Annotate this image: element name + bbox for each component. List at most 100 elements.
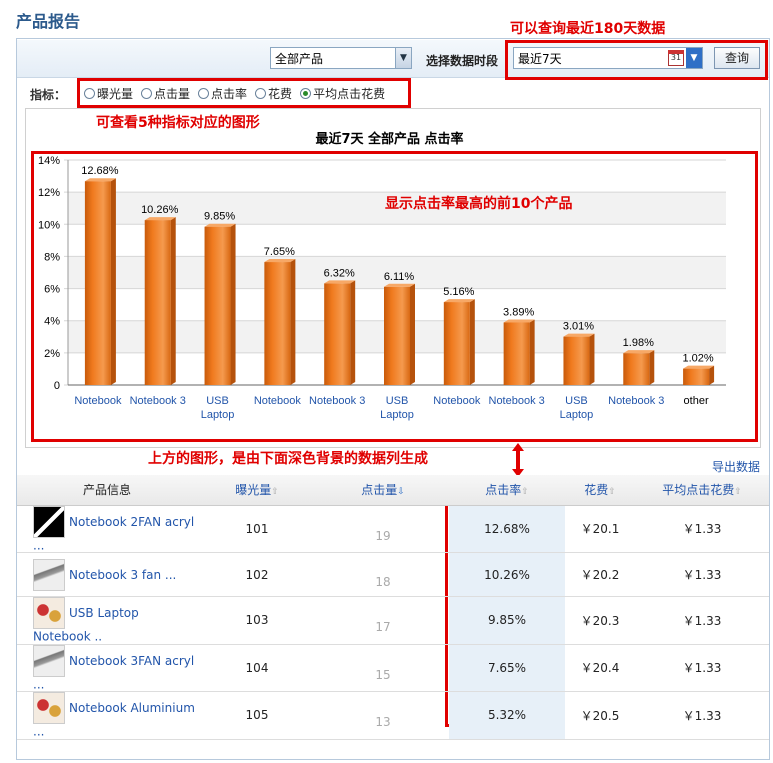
clicks-cell: 13 bbox=[317, 691, 449, 740]
col-impressions[interactable]: 曝光量⇧ bbox=[197, 475, 317, 506]
bar bbox=[204, 226, 231, 385]
cpc-cell: ￥1.33 bbox=[635, 552, 769, 597]
product-thumbnail[interactable] bbox=[33, 692, 65, 724]
sort-down-icon[interactable]: ⇩ bbox=[397, 487, 405, 497]
annotation-chart: 显示点击率最高的前10个产品 bbox=[385, 196, 573, 212]
sort-up-icon[interactable]: ⇧ bbox=[608, 487, 616, 497]
bar-top bbox=[84, 178, 116, 182]
col-product: 产品信息 bbox=[17, 475, 197, 506]
annotation-metrics: 可查看5种指标对应的图形 bbox=[96, 115, 260, 131]
y-tick-label: 14% bbox=[38, 155, 60, 167]
y-tick-label: 4% bbox=[44, 316, 60, 328]
x-category-label: Laptop bbox=[380, 409, 414, 421]
bar-top bbox=[264, 259, 296, 263]
data-label: 6.32% bbox=[324, 267, 355, 279]
bar-side bbox=[110, 178, 116, 385]
impressions-cell: 103 bbox=[197, 596, 317, 645]
cpc-cell: ￥1.33 bbox=[635, 596, 769, 645]
bar-top bbox=[324, 280, 356, 284]
clicks-cell: 17 bbox=[317, 596, 449, 645]
bar-top bbox=[623, 350, 655, 354]
product-thumbnail[interactable] bbox=[33, 597, 65, 629]
annotation-link: 上方的图形，是由下面深色背景的数据列生成 bbox=[148, 451, 428, 467]
bar bbox=[503, 322, 530, 385]
y-tick-label: 6% bbox=[44, 284, 60, 296]
sort-up-icon[interactable]: ⇧ bbox=[271, 487, 279, 497]
bar-top bbox=[683, 365, 715, 369]
bar-top bbox=[204, 223, 236, 227]
bar-side bbox=[649, 350, 655, 385]
table-row: Notebook 2FAN acryl ... 101 19 12.68% ￥2… bbox=[17, 505, 769, 553]
sort-up-icon[interactable]: ⇧ bbox=[734, 487, 742, 497]
export-data-link[interactable]: 导出数据 bbox=[712, 458, 760, 475]
table-row: Notebook 3FAN acryl ... 104 15 7.65% ￥20… bbox=[17, 644, 769, 692]
product-thumbnail[interactable] bbox=[33, 505, 65, 538]
col-cost[interactable]: 花费⇧ bbox=[565, 475, 635, 506]
cpc-cell: ￥1.33 bbox=[635, 691, 769, 740]
bar-side bbox=[469, 299, 475, 385]
data-label: 7.65% bbox=[264, 246, 295, 258]
data-label: 9.85% bbox=[204, 211, 235, 223]
x-category-label: Laptop bbox=[560, 409, 594, 421]
y-tick-label: 12% bbox=[38, 187, 60, 199]
data-label: 10.26% bbox=[141, 204, 179, 216]
bar-top bbox=[384, 283, 415, 287]
cost-cell: ￥20.5 bbox=[565, 691, 635, 740]
col-avg-cpc[interactable]: 平均点击花费⇧ bbox=[635, 475, 769, 506]
x-category-label: USB bbox=[565, 395, 588, 407]
y-tick-label: 0 bbox=[54, 380, 60, 392]
table-row: Notebook 3 fan ... 102 18 10.26% ￥20.2 ￥… bbox=[17, 552, 769, 597]
table-row: USB Laptop Notebook .. 103 17 9.85% ￥20.… bbox=[17, 596, 769, 645]
cost-cell: ￥20.3 bbox=[565, 596, 635, 645]
cost-cell: ￥20.2 bbox=[565, 552, 635, 597]
impressions-cell: 104 bbox=[197, 644, 317, 692]
x-category-label: Notebook 3 bbox=[130, 395, 186, 407]
ctr-cell: 12.68% bbox=[449, 505, 565, 553]
x-category-label: Notebook 3 bbox=[489, 395, 545, 407]
x-category-label: USB bbox=[206, 395, 229, 407]
bar-side bbox=[589, 333, 595, 385]
data-label: 1.02% bbox=[682, 353, 713, 365]
data-label: 12.68% bbox=[81, 165, 119, 177]
double-arrow-icon bbox=[512, 443, 524, 477]
bar bbox=[324, 283, 351, 385]
cpc-cell: ￥1.33 bbox=[635, 505, 769, 553]
x-category-label: Notebook 3 bbox=[608, 395, 664, 407]
bar bbox=[563, 336, 590, 385]
annotation-query: 可以查询最近180天数据 bbox=[510, 21, 666, 37]
bar-top bbox=[503, 319, 535, 323]
bar bbox=[683, 368, 710, 385]
bar-side bbox=[230, 223, 236, 385]
product-thumbnail[interactable] bbox=[33, 644, 65, 677]
product-link[interactable]: Notebook 3 fan ... bbox=[69, 568, 176, 582]
product-thumbnail[interactable] bbox=[33, 558, 65, 591]
clicks-cell: 18 bbox=[317, 552, 449, 597]
impressions-cell: 101 bbox=[197, 505, 317, 553]
x-category-label: Notebook bbox=[433, 395, 481, 407]
ctr-cell: 10.26% bbox=[449, 552, 565, 597]
bar-side bbox=[410, 283, 415, 385]
col-ctr[interactable]: 点击率⇧ bbox=[449, 475, 565, 506]
bar-side bbox=[350, 280, 356, 385]
bar bbox=[623, 353, 650, 385]
x-category-label: Laptop bbox=[201, 409, 235, 421]
y-tick-label: 8% bbox=[44, 251, 60, 263]
bar-side bbox=[290, 259, 296, 385]
ctr-cell: 9.85% bbox=[449, 596, 565, 645]
bar bbox=[144, 220, 171, 385]
x-category-label: USB bbox=[386, 395, 409, 407]
cost-cell: ￥20.4 bbox=[565, 644, 635, 692]
sort-up-icon[interactable]: ⇧ bbox=[521, 487, 529, 497]
col-clicks[interactable]: 点击量⇩ bbox=[317, 475, 449, 506]
y-tick-label: 2% bbox=[44, 348, 60, 360]
bar bbox=[84, 181, 111, 385]
data-label: 6.11% bbox=[384, 271, 415, 283]
bar bbox=[384, 286, 410, 385]
cost-cell: ￥20.1 bbox=[565, 505, 635, 553]
x-category-label: other bbox=[684, 395, 709, 407]
ctr-cell: 5.32% bbox=[449, 691, 565, 740]
bar-top bbox=[144, 217, 176, 221]
cpc-cell: ￥1.33 bbox=[635, 644, 769, 692]
data-label: 3.01% bbox=[563, 321, 594, 333]
bar-side bbox=[709, 365, 715, 385]
